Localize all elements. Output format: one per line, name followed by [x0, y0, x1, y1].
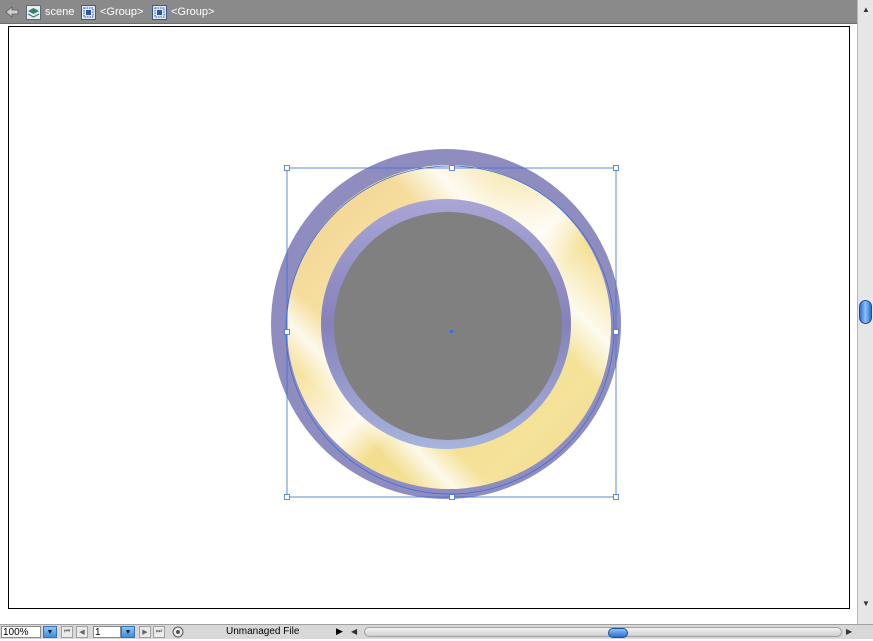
first-page-icon[interactable]: ⏮: [61, 626, 73, 638]
horizontal-scrollbar[interactable]: ◀ ▶: [350, 626, 857, 638]
zoom-field[interactable]: 100%: [1, 626, 41, 638]
selection-handle-w[interactable]: [284, 329, 290, 335]
scroll-right-arrow-icon[interactable]: ▶: [846, 627, 852, 636]
file-status-label: Unmanaged File: [226, 626, 300, 637]
center-point: [450, 330, 453, 333]
vertical-scrollbar[interactable]: ▲ ▼: [857, 0, 873, 624]
last-page-icon[interactable]: ⏭: [153, 626, 165, 638]
page-field[interactable]: 1: [93, 626, 121, 638]
scroll-up-arrow-icon[interactable]: ▲: [858, 2, 873, 16]
center-disc: [334, 212, 562, 440]
artwork-canvas[interactable]: [0, 0, 857, 624]
zoom-dropdown-icon[interactable]: ▼: [43, 626, 57, 638]
scroll-down-arrow-icon[interactable]: ▼: [858, 596, 873, 610]
horizontal-scroll-track[interactable]: [364, 627, 842, 638]
selection-handle-nw[interactable]: [284, 165, 290, 171]
selection-handle-se[interactable]: [613, 494, 619, 500]
page-dropdown-icon[interactable]: ▼: [121, 626, 135, 638]
selection-handle-n[interactable]: [449, 165, 455, 171]
document-status-icon[interactable]: [172, 626, 184, 638]
next-page-icon[interactable]: ▶: [139, 626, 151, 638]
previous-page-icon[interactable]: ◀: [76, 626, 88, 638]
status-bar: 100% ▼ ⏮ ◀ 1 ▼ ▶ ⏭ Unmanaged File ▶ ◀ ▶: [0, 624, 873, 639]
scroll-left-arrow-icon[interactable]: ◀: [351, 627, 357, 636]
selection-handle-e[interactable]: [613, 329, 619, 335]
horizontal-scroll-thumb[interactable]: [608, 628, 628, 638]
selection-handle-s[interactable]: [449, 494, 455, 500]
file-status-menu-arrow-icon[interactable]: ▶: [336, 626, 343, 637]
selection-handle-sw[interactable]: [284, 494, 290, 500]
selection-handle-ne[interactable]: [613, 165, 619, 171]
vertical-scroll-thumb[interactable]: [859, 300, 872, 324]
